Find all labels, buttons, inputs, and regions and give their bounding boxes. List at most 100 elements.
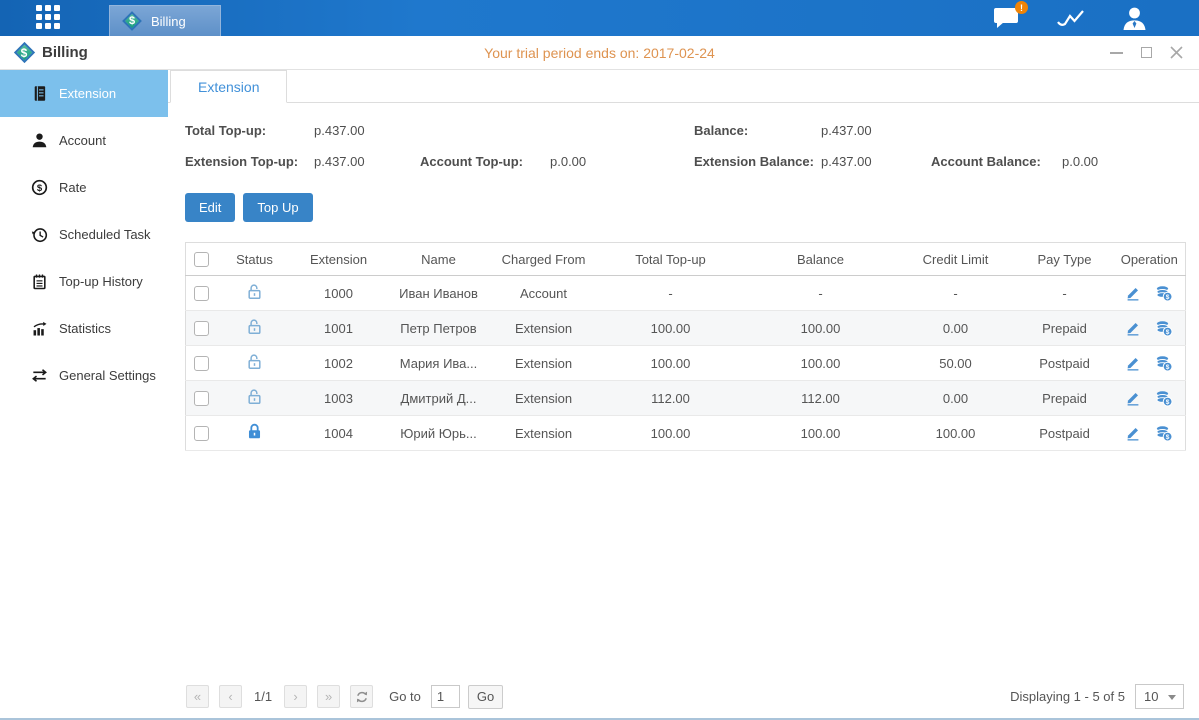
topup-coins-icon[interactable]: $ <box>1155 355 1173 372</box>
unlocked-icon <box>246 283 263 300</box>
sidebar-item-topup-history[interactable]: Top-up History <box>0 258 168 305</box>
edit-pencil-icon[interactable] <box>1125 390 1141 406</box>
cell-extension: 1003 <box>292 381 386 416</box>
account-balance-label: Account Balance: <box>931 154 1062 169</box>
svg-text:$: $ <box>1166 294 1170 301</box>
col-header-charged-from: Charged From <box>492 243 596 276</box>
row-checkbox[interactable] <box>194 356 209 371</box>
tabstrip: Extension <box>168 70 1199 103</box>
notepad-icon <box>31 273 48 290</box>
apps-grid-icon[interactable] <box>36 5 62 31</box>
topbar: $ Billing ! <box>0 0 1199 36</box>
page-size-value: 10 <box>1144 689 1158 704</box>
billing-app-window: $ Billing ! <box>0 0 1199 720</box>
cell-total-topup: 112.00 <box>596 381 746 416</box>
statistics-chart-icon[interactable] <box>1056 7 1086 29</box>
main-panel: Extension Total Top-up: p.437.00 Extensi… <box>168 70 1199 718</box>
coin-dollar-icon: $ <box>31 179 48 196</box>
account-balance-value: p.0.00 <box>1062 154 1098 169</box>
col-header-total-topup: Total Top-up <box>596 243 746 276</box>
cell-charged-from: Extension <box>492 416 596 451</box>
cell-pay-type: Prepaid <box>1016 311 1114 346</box>
cell-total-topup: 100.00 <box>596 416 746 451</box>
extension-topup-label: Extension Top-up: <box>185 154 314 169</box>
topup-coins-icon[interactable]: $ <box>1155 285 1173 302</box>
unlocked-icon <box>246 388 263 405</box>
person-icon <box>31 132 48 149</box>
cell-credit-limit: 100.00 <box>896 416 1016 451</box>
edit-pencil-icon[interactable] <box>1125 285 1141 301</box>
extension-balance-label: Extension Balance: <box>694 154 821 169</box>
topup-coins-icon[interactable]: $ <box>1155 390 1173 407</box>
notifications-chat-icon[interactable]: ! <box>993 7 1020 29</box>
svg-text:$: $ <box>1166 399 1170 406</box>
topbar-app-tab-billing[interactable]: $ Billing <box>109 5 221 36</box>
sidebar-item-account[interactable]: Account <box>0 117 168 164</box>
extension-topup-value: p.437.00 <box>314 154 420 169</box>
balance-label: Balance: <box>694 123 821 138</box>
total-topup-label: Total Top-up: <box>185 123 314 138</box>
chevron-down-icon <box>1168 695 1176 700</box>
sidebar-item-statistics[interactable]: Statistics <box>0 305 168 352</box>
page-title: Billing <box>42 44 88 61</box>
goto-page-input[interactable] <box>431 685 460 708</box>
topup-coins-icon[interactable]: $ <box>1155 425 1173 442</box>
sidebar-item-general-settings[interactable]: General Settings <box>0 352 168 399</box>
page-size-select[interactable]: 10 <box>1135 684 1184 709</box>
edit-pencil-icon[interactable] <box>1125 425 1141 441</box>
billing-title-icon: $ <box>13 42 35 64</box>
first-page-button[interactable]: « <box>186 685 209 708</box>
col-header-status: Status <box>218 243 292 276</box>
row-checkbox[interactable] <box>194 391 209 406</box>
cell-name: Юрий Юрь... <box>386 416 492 451</box>
sidebar-item-rate[interactable]: $ Rate <box>0 164 168 211</box>
minimize-button[interactable] <box>1110 46 1123 59</box>
account-topup-value: p.0.00 <box>550 154 586 169</box>
row-checkbox[interactable] <box>194 286 209 301</box>
cell-total-topup: - <box>596 276 746 311</box>
next-page-button[interactable]: › <box>284 685 307 708</box>
action-buttons: Edit Top Up <box>185 193 1186 222</box>
sidebar-item-extension[interactable]: Extension <box>0 70 168 117</box>
sidebar-item-scheduled-task[interactable]: Scheduled Task <box>0 211 168 258</box>
goto-label: Go to <box>389 689 421 704</box>
cell-credit-limit: - <box>896 276 1016 311</box>
sidebar-item-label: Rate <box>59 180 86 195</box>
close-button[interactable] <box>1170 46 1183 59</box>
edit-pencil-icon[interactable] <box>1125 355 1141 371</box>
edit-button[interactable]: Edit <box>185 193 235 222</box>
refresh-button[interactable] <box>350 685 373 708</box>
billing-diamond-icon: $ <box>122 11 142 31</box>
row-checkbox[interactable] <box>194 321 209 336</box>
prev-page-button[interactable]: ‹ <box>219 685 242 708</box>
cell-pay-type: Prepaid <box>1016 381 1114 416</box>
sidebar: Extension Account $ Rate <box>0 70 168 718</box>
select-all-checkbox[interactable] <box>194 252 209 267</box>
displaying-text: Displaying 1 - 5 of 5 <box>1010 689 1125 704</box>
refresh-icon <box>355 690 369 704</box>
cell-credit-limit: 0.00 <box>896 311 1016 346</box>
maximize-button[interactable] <box>1140 46 1153 59</box>
user-account-icon[interactable] <box>1122 7 1147 30</box>
clock-history-icon <box>31 226 48 243</box>
tab-extension[interactable]: Extension <box>170 70 287 103</box>
svg-text:$: $ <box>37 183 43 194</box>
go-button[interactable]: Go <box>468 685 503 709</box>
topup-button[interactable]: Top Up <box>243 193 312 222</box>
cell-total-topup: 100.00 <box>596 346 746 381</box>
table-row: 1004 Юрий Юрь... Extension 100.00 100.00… <box>186 416 1186 451</box>
summary-section: Total Top-up: p.437.00 Extension Top-up:… <box>185 115 1186 177</box>
row-checkbox[interactable] <box>194 426 209 441</box>
topup-coins-icon[interactable]: $ <box>1155 320 1173 337</box>
col-header-extension: Extension <box>292 243 386 276</box>
cell-extension: 1002 <box>292 346 386 381</box>
status-cell <box>218 381 292 416</box>
status-cell <box>218 311 292 346</box>
edit-pencil-icon[interactable] <box>1125 320 1141 336</box>
sidebar-item-label: Account <box>59 133 106 148</box>
last-page-button[interactable]: » <box>317 685 340 708</box>
col-header-operation: Operation <box>1114 243 1186 276</box>
topbar-app-tab-label: Billing <box>151 14 186 29</box>
status-cell <box>218 276 292 311</box>
cell-pay-type: Postpaid <box>1016 346 1114 381</box>
